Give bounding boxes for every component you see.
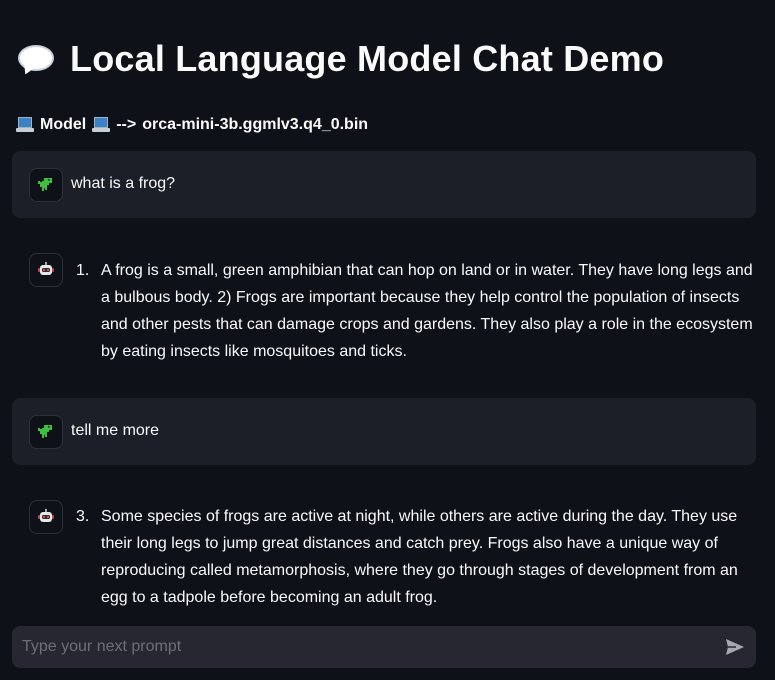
dinosaur-icon <box>29 415 63 449</box>
laptop-icon <box>92 117 111 133</box>
message-text: what is a frog? <box>71 175 176 192</box>
assistant-message: 1. A frog is a small, green amphibian th… <box>12 240 756 370</box>
message-text: tell me more <box>71 422 160 439</box>
page-title: Local Language Model Chat Demo <box>70 38 665 79</box>
message-text: A frog is a small, green amphibian that … <box>101 262 753 360</box>
chat-app: Local Language Model Chat Demo Model -->… <box>0 0 775 680</box>
robot-icon <box>29 500 63 534</box>
model-info: Model --> orca-mini-3b.ggmlv3.q4_0.bin <box>16 114 374 136</box>
list-number: 1. <box>76 262 90 279</box>
robot-icon <box>29 253 63 287</box>
send-button[interactable] <box>724 636 746 658</box>
user-message: tell me more <box>12 398 756 465</box>
model-name: orca-mini-3b.ggmlv3.q4_0.bin <box>142 116 369 133</box>
laptop-icon <box>16 117 34 133</box>
chat-input[interactable] <box>22 626 702 668</box>
ordered-list-item: 1. A frog is a small, green amphibian th… <box>76 257 756 365</box>
dinosaur-icon <box>29 168 63 202</box>
model-label: Model <box>40 116 87 133</box>
message-text: Some species of frogs are active at nigh… <box>101 508 738 606</box>
speech-balloon-icon <box>16 43 56 77</box>
page-header: Local Language Model Chat Demo <box>16 36 664 82</box>
send-icon <box>726 639 744 655</box>
assistant-message: 3. Some species of frogs are active at n… <box>12 486 756 616</box>
list-number: 3. <box>76 508 90 525</box>
model-arrow: --> <box>116 116 137 133</box>
chat-input-bar <box>12 626 756 668</box>
ordered-list-item: 3. Some species of frogs are active at n… <box>76 503 756 611</box>
user-message: what is a frog? <box>12 151 756 218</box>
